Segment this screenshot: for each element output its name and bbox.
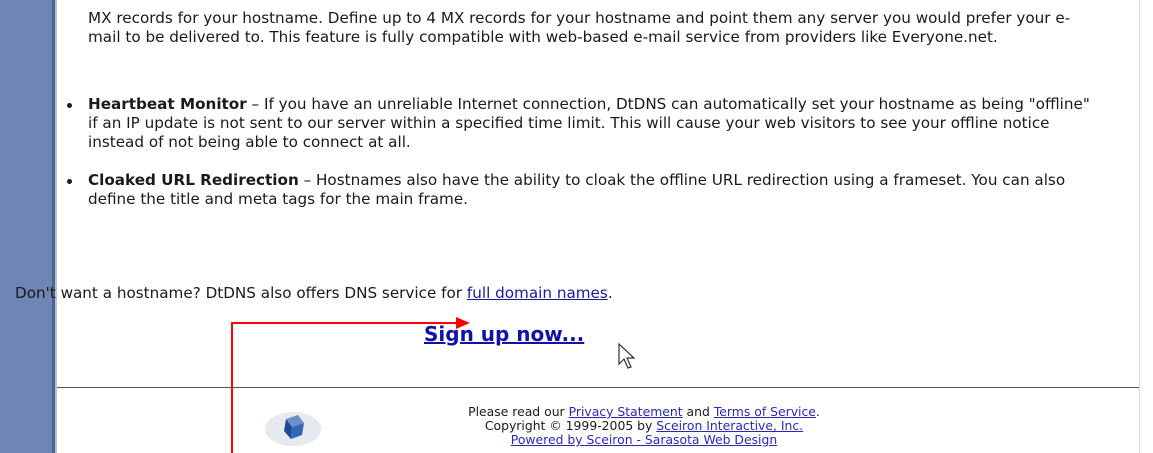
footer-copyright-line: Copyright © 1999-2005 by Sceiron Interac… bbox=[294, 419, 994, 433]
domain-offer-text: Don't want a hostname? DtDNS also offers… bbox=[15, 284, 1075, 303]
domain-offer-prefix: Don't want a hostname? DtDNS also offers… bbox=[15, 284, 467, 302]
feature-list: Heartbeat Monitor – If you have an unrel… bbox=[63, 95, 1098, 228]
powered-by-link[interactable]: Powered by Sceiron - Sarasota Web Design bbox=[511, 432, 777, 447]
sidebar-edge bbox=[55, 0, 57, 453]
copyright-text: Copyright © 1999-2005 by bbox=[484, 418, 657, 433]
footer-powered-line: Powered by Sceiron - Sarasota Web Design bbox=[294, 433, 994, 447]
site-footer: Please read our Privacy Statement and Te… bbox=[294, 405, 994, 447]
privacy-statement-link[interactable]: Privacy Statement bbox=[569, 404, 683, 419]
mx-records-paragraph: MX records for your hostname. Define up … bbox=[88, 9, 1071, 46]
feature-item-heartbeat: Heartbeat Monitor – If you have an unrel… bbox=[67, 95, 1098, 152]
feature-item-cloaked-url: Cloaked URL Redirection – Hostnames also… bbox=[67, 171, 1098, 209]
footer-divider bbox=[57, 387, 1139, 388]
full-domain-names-link[interactable]: full domain names bbox=[467, 284, 608, 302]
footer-text: . bbox=[815, 404, 820, 419]
sign-up-now-link[interactable]: Sign up now... bbox=[424, 322, 584, 346]
domain-offer-suffix: . bbox=[607, 284, 613, 302]
footer-text: and bbox=[682, 404, 714, 419]
terms-of-service-link[interactable]: Terms of Service bbox=[714, 404, 816, 419]
mouse-pointer-icon bbox=[618, 342, 636, 369]
feature-title: Heartbeat Monitor bbox=[88, 95, 247, 113]
footer-legal-line: Please read our Privacy Statement and Te… bbox=[294, 405, 994, 419]
sceiron-interactive-link[interactable]: Sceiron Interactive, Inc. bbox=[656, 418, 803, 433]
feature-title: Cloaked URL Redirection bbox=[88, 171, 299, 189]
left-sidebar-bar bbox=[0, 0, 55, 453]
footer-text: Please read our bbox=[468, 404, 569, 419]
right-border bbox=[1139, 0, 1140, 453]
